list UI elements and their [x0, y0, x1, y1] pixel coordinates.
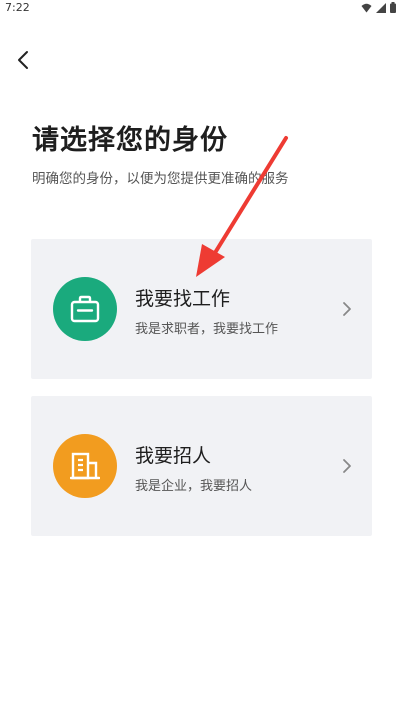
chevron-left-icon	[18, 51, 28, 69]
page-subtitle: 明确您的身份，以便为您提供更准确的服务	[32, 171, 289, 187]
chevron-right-icon	[343, 459, 351, 473]
employer-option[interactable]: 我要招人 我是企业，我要招人	[31, 396, 372, 536]
status-time: 7:22	[5, 1, 30, 14]
wifi-icon	[361, 3, 372, 12]
status-icons	[361, 2, 396, 13]
job-seeker-icon-badge	[53, 277, 117, 341]
status-bar: 7:22	[0, 0, 402, 16]
employer-title: 我要招人	[135, 445, 212, 467]
employer-description: 我是企业，我要招人	[135, 479, 253, 494]
job-seeker-title: 我要找工作	[135, 288, 231, 310]
building-icon	[70, 452, 100, 480]
chevron-right-icon	[343, 302, 351, 316]
battery-icon	[390, 2, 396, 13]
signal-icon	[376, 2, 386, 13]
page-title: 请选择您的身份	[32, 125, 228, 156]
job-seeker-description: 我是求职者，我要找工作	[135, 322, 279, 337]
back-button[interactable]	[10, 46, 36, 74]
briefcase-icon	[70, 295, 100, 323]
employer-icon-badge	[53, 434, 117, 498]
job-seeker-option[interactable]: 我要找工作 我是求职者，我要找工作	[31, 239, 372, 379]
